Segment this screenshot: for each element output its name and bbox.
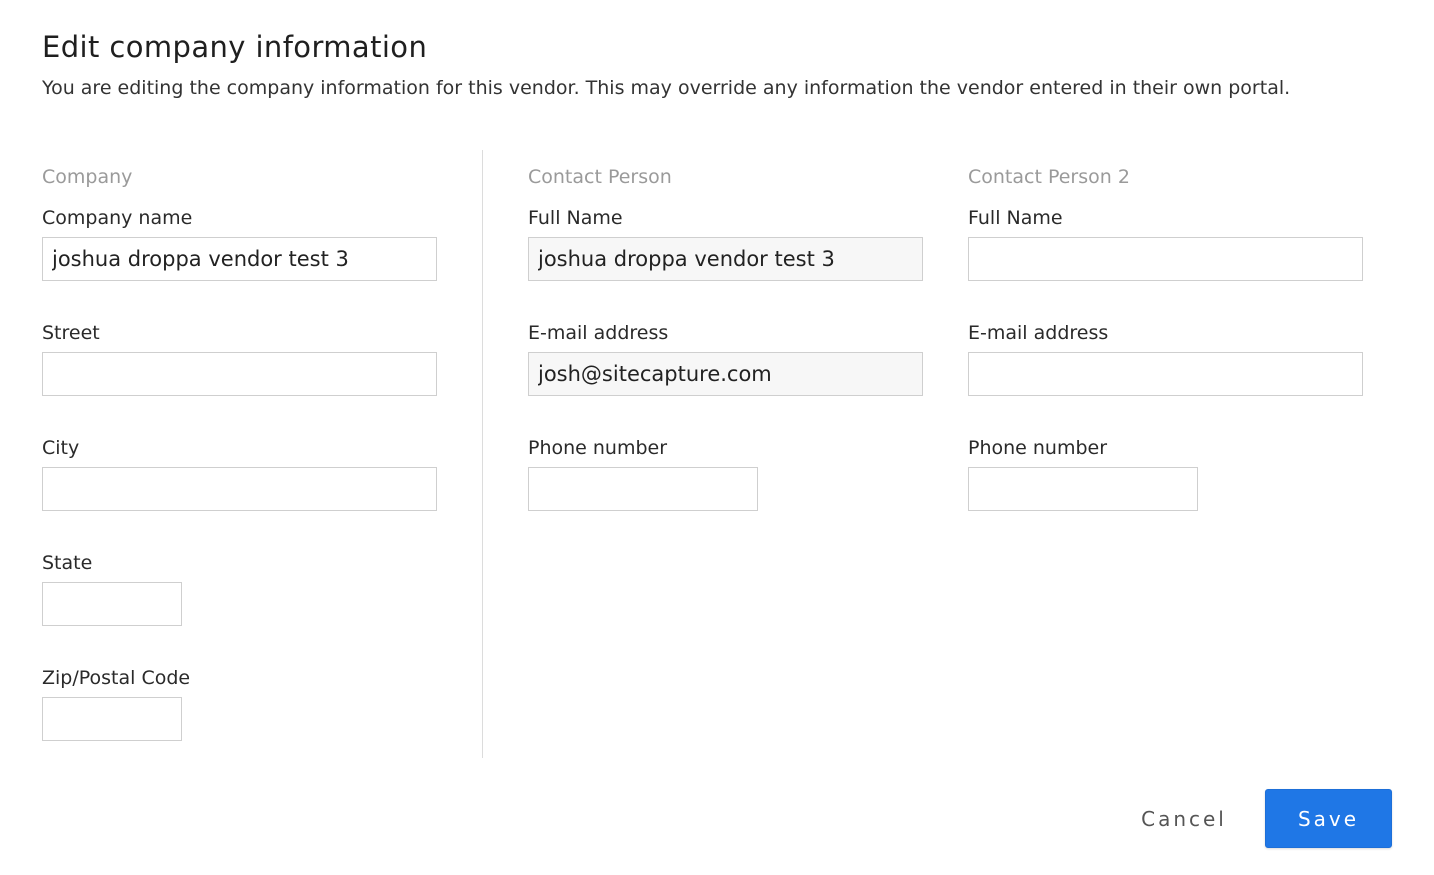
company-name-field: Company name [42,199,442,311]
edit-company-dialog: Edit company information You are editing… [0,0,1434,875]
contact-email-label: E-mail address [528,322,669,344]
contact2-phone-field: Phone number [968,429,1368,541]
save-button[interactable]: Save [1265,789,1392,848]
contact2-full-name-label: Full Name [968,207,1063,229]
zip-input[interactable] [42,697,182,741]
contact-phone-field: Phone number [528,429,928,541]
contact-person-2-heading: Contact Person 2 [968,166,1130,188]
city-label: City [42,437,80,459]
contact-phone-label: Phone number [528,437,668,459]
street-field: Street [42,314,442,426]
company-section: Company Company name Street City State Z… [42,160,442,771]
contact2-full-name-input[interactable] [968,237,1363,281]
contact2-phone-input[interactable] [968,467,1198,511]
contact2-email-field: E-mail address [968,314,1368,426]
column-divider [482,150,483,758]
contact-full-name-label: Full Name [528,207,623,229]
state-label: State [42,552,93,574]
contact-full-name-field: Full Name [528,199,928,311]
contact2-full-name-field: Full Name [968,199,1368,311]
contact2-email-input[interactable] [968,352,1363,396]
company-section-heading: Company [42,166,133,188]
contact-person-heading: Contact Person [528,166,672,188]
cancel-button[interactable]: Cancel [1130,790,1238,848]
company-name-input[interactable] [42,237,437,281]
company-name-label: Company name [42,207,193,229]
street-label: Street [42,322,100,344]
contact2-phone-label: Phone number [968,437,1108,459]
dialog-subtitle: You are editing the company information … [42,77,1291,99]
street-input[interactable] [42,352,437,396]
state-field: State [42,544,442,656]
dialog-title: Edit company information [42,30,428,64]
contact-phone-input[interactable] [528,467,758,511]
zip-label: Zip/Postal Code [42,667,191,689]
contact-full-name-input[interactable] [528,237,923,281]
city-field: City [42,429,442,541]
contact2-email-label: E-mail address [968,322,1109,344]
city-input[interactable] [42,467,437,511]
contact-email-input[interactable] [528,352,923,396]
contact-person-section: Contact Person Full Name E-mail address … [528,160,928,541]
zip-field: Zip/Postal Code [42,659,442,771]
state-input[interactable] [42,582,182,626]
contact-email-field: E-mail address [528,314,928,426]
contact-person-2-section: Contact Person 2 Full Name E-mail addres… [968,160,1368,541]
